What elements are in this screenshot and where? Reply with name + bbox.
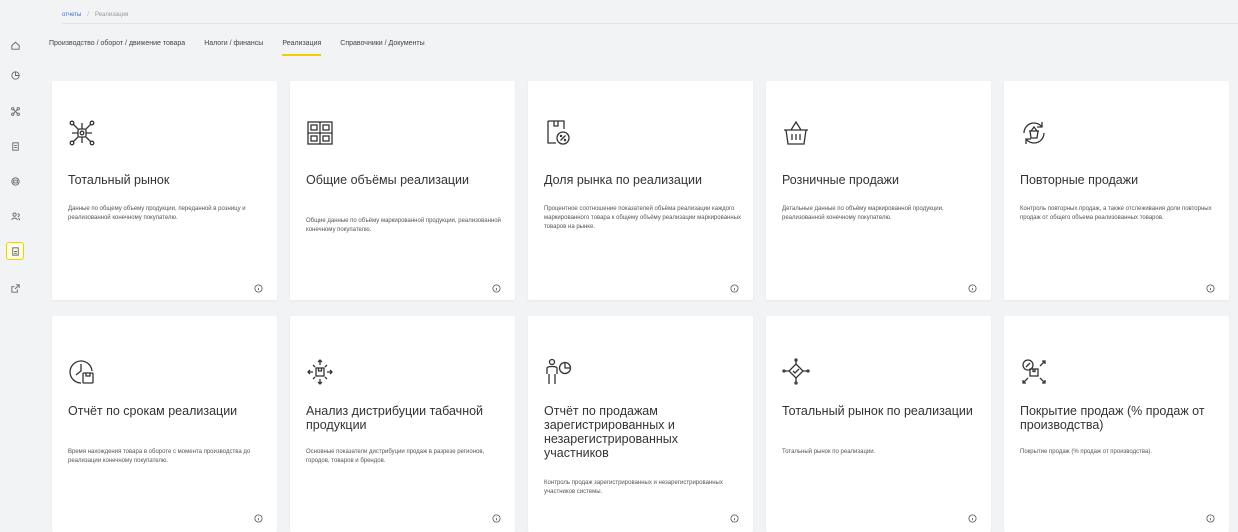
report-card-total-market[interactable]: Тотальный рынок Данные по общему объему … xyxy=(52,81,277,300)
card-title: Розничные продажи xyxy=(782,173,900,187)
card-title: Покрытие продаж (% продаж от производств… xyxy=(1020,404,1205,432)
card-description: Контроль повторных продаж, а также отсле… xyxy=(1020,206,1212,221)
network-hub-icon xyxy=(68,119,96,147)
info-icon[interactable] xyxy=(254,280,263,293)
basket-repeat-icon xyxy=(1020,119,1048,147)
boxes-icon xyxy=(306,119,334,147)
report-card-market-share[interactable]: Доля рынка по реализации Процентное соот… xyxy=(528,81,753,300)
coverage-icon xyxy=(1020,358,1048,386)
info-icon[interactable] xyxy=(254,510,263,523)
info-icon[interactable] xyxy=(492,510,501,523)
breadcrumb-root-link[interactable]: отчеты xyxy=(62,12,81,18)
card-title: Общие объёмы реализации xyxy=(306,173,470,187)
report-card-total-market-sales[interactable]: Тотальный рынок по реализации Тотальный … xyxy=(766,316,991,532)
card-title: Отчёт по продажам зарегистрированных и н… xyxy=(544,404,679,460)
basket-icon xyxy=(782,119,810,147)
card-description: Данные по общему объему продукции, перед… xyxy=(68,206,246,221)
info-icon[interactable] xyxy=(492,280,501,293)
breadcrumb: отчеты / Реализация xyxy=(62,6,1238,24)
report-card-repeat-sales[interactable]: Повторные продажи Контроль повторных про… xyxy=(1004,81,1229,300)
users-icon[interactable] xyxy=(6,207,24,225)
home-icon[interactable] xyxy=(6,36,24,54)
card-description: Время нахождения товара в обороте с моме… xyxy=(68,449,251,464)
report-card-sales-coverage[interactable]: Покрытие продаж (% продаж от производств… xyxy=(1004,316,1229,532)
report-card-distribution[interactable]: Анализ дистрибуции табачной продукции Ос… xyxy=(290,316,515,532)
clock-box-icon xyxy=(68,358,96,386)
card-description: Покрытие продаж (% продаж от производств… xyxy=(1020,449,1152,455)
box-icon[interactable] xyxy=(6,172,24,190)
card-description: Детальные данные по объёму маркированной… xyxy=(782,206,944,221)
card-description: Процентное соотношение показателей объём… xyxy=(544,206,742,230)
breadcrumb-separator: / xyxy=(87,11,89,18)
card-title: Анализ дистрибуции табачной продукции xyxy=(306,404,484,432)
box-percent-icon xyxy=(544,119,572,147)
card-title: Доля рынка по реализации xyxy=(544,173,702,187)
tab-references[interactable]: Справочники / Документы xyxy=(340,40,424,60)
card-description: Контроль продаж зарегистрированных и нез… xyxy=(544,480,723,495)
card-title: Повторные продажи xyxy=(1020,173,1139,187)
info-icon[interactable] xyxy=(730,280,739,293)
distribution-icon xyxy=(306,358,334,386)
sidebar xyxy=(0,0,30,532)
tab-taxes[interactable]: Налоги / финансы xyxy=(204,40,263,60)
card-description: Общие данные по объёму маркированной про… xyxy=(306,218,501,233)
card-description: Тотальный рынок по реализации. xyxy=(782,449,876,455)
info-icon[interactable] xyxy=(730,510,739,523)
person-chart-icon xyxy=(544,358,572,386)
tab-production[interactable]: Производство / оборот / движение товара xyxy=(49,40,185,60)
breadcrumb-current: Реализация xyxy=(94,11,129,18)
info-icon[interactable] xyxy=(968,280,977,293)
tab-sales[interactable]: Реализация xyxy=(282,40,321,60)
info-icon[interactable] xyxy=(1206,510,1215,523)
card-title: Тотальный рынок xyxy=(68,173,170,187)
network-icon[interactable] xyxy=(6,102,24,120)
info-icon[interactable] xyxy=(968,510,977,523)
report-card-sales-terms[interactable]: Отчёт по срокам реализации Время нахожде… xyxy=(52,316,277,532)
report-card-total-volumes[interactable]: Общие объёмы реализации Общие данные по … xyxy=(290,81,515,300)
market-check-icon xyxy=(782,358,810,386)
document-icon[interactable] xyxy=(6,137,24,155)
report-icon[interactable] xyxy=(6,242,24,260)
report-card-retail-sales[interactable]: Розничные продажи Детальные данные по об… xyxy=(766,81,991,300)
info-icon[interactable] xyxy=(1206,280,1215,293)
tab-bar: Производство / оборот / движение товара … xyxy=(49,40,444,60)
card-description: Основные показатели дистрибуции продаж в… xyxy=(306,449,485,464)
card-title: Отчёт по срокам реализации xyxy=(68,404,238,418)
external-link-icon[interactable] xyxy=(6,279,24,297)
pie-chart-icon[interactable] xyxy=(6,66,24,84)
card-title: Тотальный рынок по реализации xyxy=(782,404,973,418)
report-card-participants-sales[interactable]: Отчёт по продажам зарегистрированных и н… xyxy=(528,316,753,532)
